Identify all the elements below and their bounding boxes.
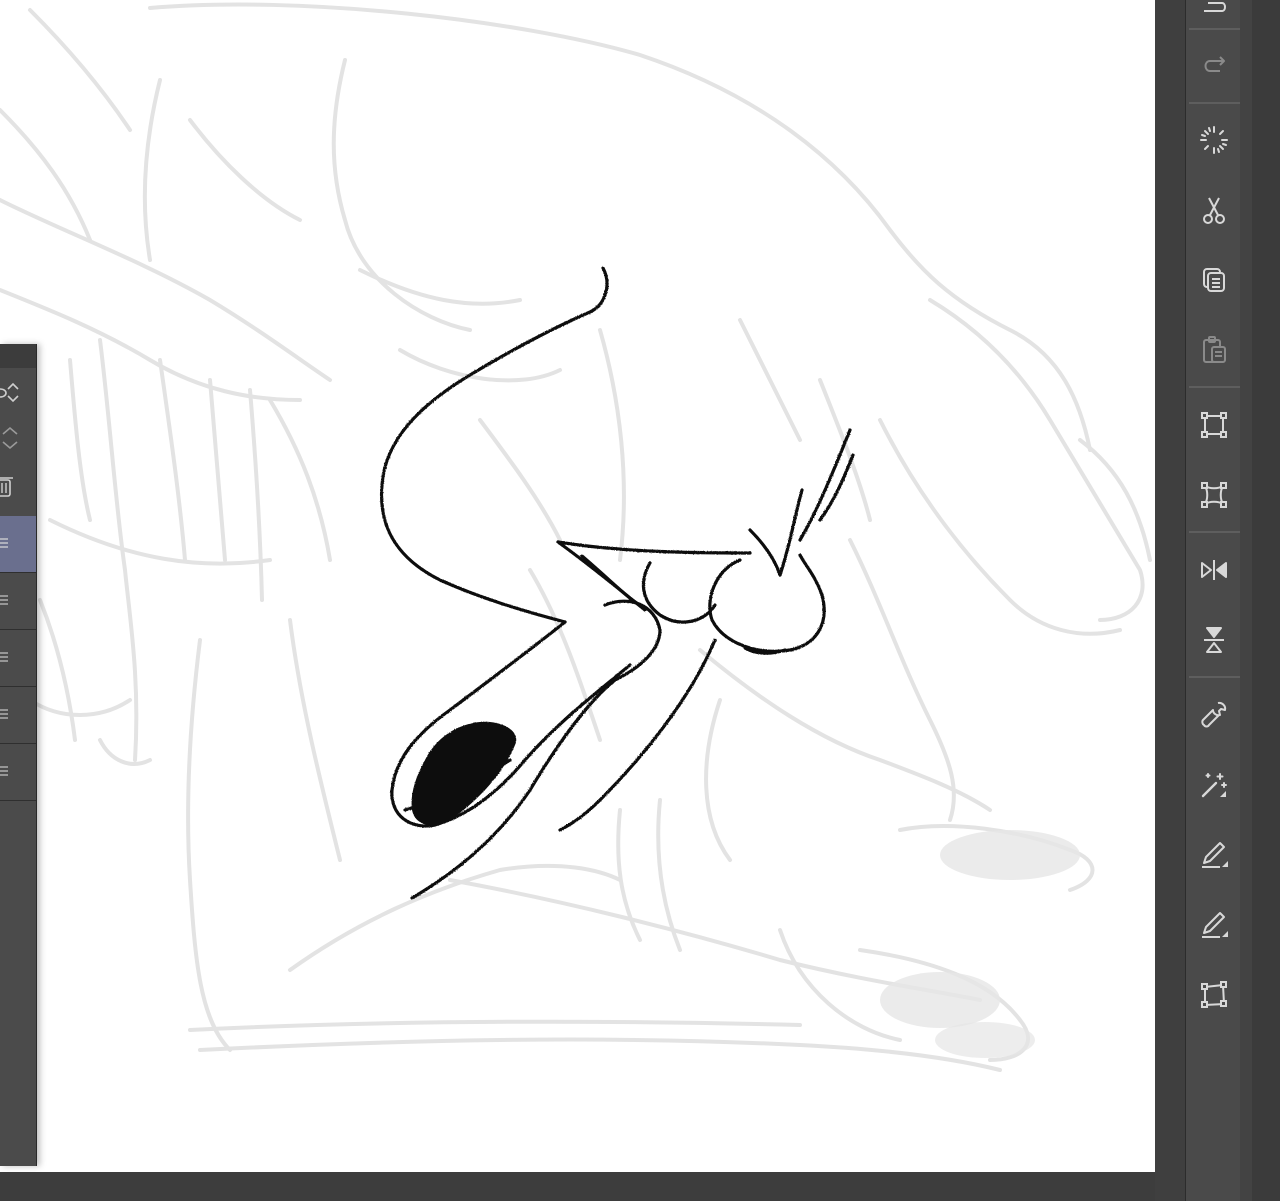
layers-panel-header — [0, 344, 36, 368]
crop-frame-icon — [1200, 981, 1227, 1008]
copy-icon — [1202, 268, 1225, 292]
magic-wand-icon — [1201, 773, 1227, 798]
deselect-button[interactable] — [1186, 115, 1241, 165]
rough-sketch-layer — [0, 2, 1152, 1072]
transform-box-icon — [1200, 412, 1227, 438]
trash-icon — [0, 477, 13, 497]
canvas-artwork — [0, 2, 1152, 1072]
command-bar — [1185, 0, 1241, 1201]
pen-stroke-icon — [1201, 912, 1228, 938]
delete-layer-button[interactable] — [0, 472, 30, 502]
layer-row[interactable] — [0, 516, 36, 573]
settings-button[interactable] — [1186, 690, 1241, 740]
separator — [1189, 676, 1241, 678]
layer-row[interactable] — [0, 744, 36, 801]
flip-vertical-button[interactable] — [1186, 615, 1241, 665]
drag-handle-icon[interactable] — [0, 538, 8, 548]
drawing-canvas[interactable] — [0, 0, 1155, 1172]
layer-row[interactable] — [0, 573, 36, 630]
copy-button[interactable] — [1186, 255, 1241, 305]
redo-button[interactable] — [1186, 40, 1241, 90]
blend-mode-stepper[interactable] — [0, 378, 30, 408]
crop-button[interactable] — [1186, 970, 1241, 1020]
separator — [1189, 102, 1241, 104]
paste-icon — [1202, 336, 1226, 363]
auto-select-button[interactable] — [1186, 760, 1241, 810]
free-transform-icon — [1200, 482, 1227, 508]
undo-icon — [1203, 2, 1226, 12]
window-right-edge — [1252, 0, 1280, 1201]
drag-handle-icon[interactable] — [0, 709, 8, 719]
chevron-up-down-icon — [0, 382, 19, 403]
flip-horizontal-icon — [1200, 560, 1227, 580]
scale-rotate-button[interactable] — [1186, 400, 1241, 450]
fill-selection-button[interactable] — [1186, 830, 1241, 880]
separator — [1189, 28, 1241, 30]
chevron-up-down-icon — [2, 426, 18, 450]
wrench-icon — [1200, 701, 1226, 728]
deselect-icon — [1199, 126, 1228, 154]
opacity-stepper[interactable] — [0, 424, 30, 454]
command-bar-scroll-edge — [1240, 0, 1252, 1201]
paste-button[interactable] — [1186, 325, 1241, 375]
drag-handle-icon[interactable] — [0, 766, 8, 776]
layer-row[interactable] — [0, 630, 36, 687]
undo-button[interactable] — [1186, 0, 1241, 28]
cut-button[interactable] — [1186, 185, 1241, 235]
stroke-selection-button[interactable] — [1186, 900, 1241, 950]
layers-panel — [0, 344, 37, 1166]
redo-icon — [1204, 56, 1225, 72]
free-transform-button[interactable] — [1186, 470, 1241, 520]
drawing-app-window — [0, 0, 1280, 1201]
canvas-right-margin — [1155, 0, 1185, 1201]
separator — [1189, 531, 1241, 533]
pen-fill-icon — [1201, 842, 1228, 868]
flip-horizontal-button[interactable] — [1186, 545, 1241, 595]
layer-row[interactable] — [0, 687, 36, 744]
flip-vertical-icon — [1203, 627, 1224, 653]
drag-handle-icon[interactable] — [0, 595, 8, 605]
drag-handle-icon[interactable] — [0, 652, 8, 662]
scissors-icon — [1202, 197, 1225, 224]
separator — [1189, 386, 1241, 388]
ink-fill-hoof — [411, 721, 517, 826]
rough-sketch-shading — [880, 830, 1080, 1058]
